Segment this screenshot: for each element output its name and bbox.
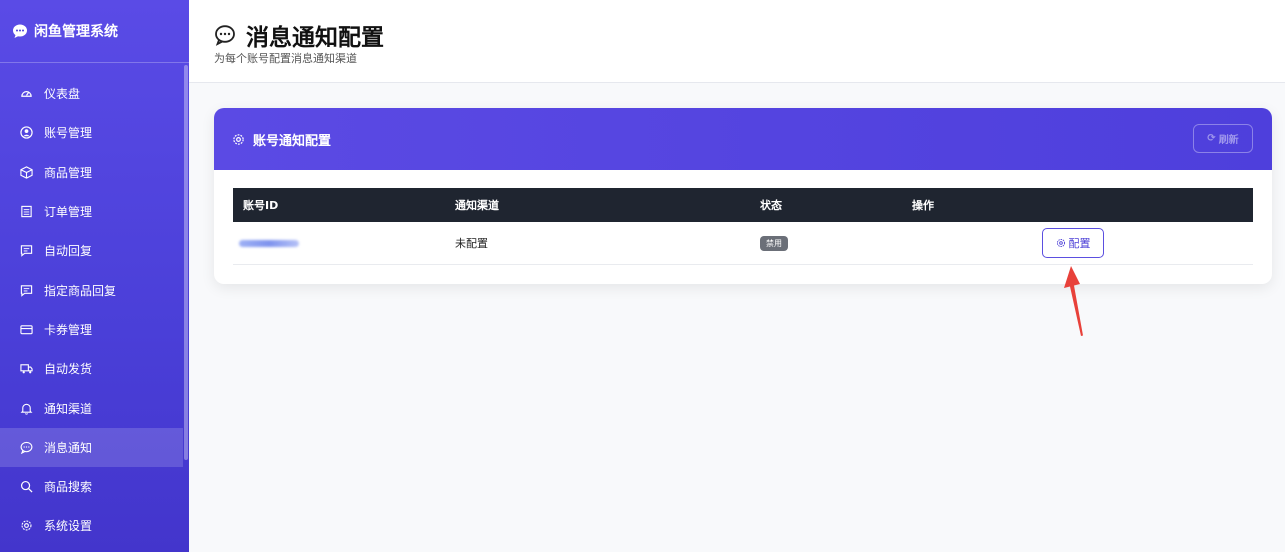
sidebar-item-product-search[interactable]: 商品搜索: [0, 467, 183, 506]
sidebar-item-orders[interactable]: 订单管理: [0, 192, 183, 231]
table-header-row: 账号ID 通知渠道 状态 操作: [233, 188, 1253, 222]
status-cell: 禁用: [750, 222, 902, 265]
card-header: 账号通知配置 ⟳ 刷新: [214, 108, 1272, 170]
sidebar-item-label: 仪表盘: [44, 87, 81, 102]
sidebar-item-label: 账号管理: [44, 126, 93, 141]
gear-icon: [21, 520, 32, 531]
sidebar-item-auto-reply[interactable]: 自动回复: [0, 231, 183, 270]
page-title: 消息通知配置: [214, 18, 384, 52]
truck-icon: [20, 364, 33, 374]
message-icon: [215, 25, 235, 46]
gear-icon: [233, 133, 244, 145]
box-icon: [20, 166, 33, 179]
column-header-status: 状态: [750, 188, 902, 222]
card-icon: [20, 325, 33, 335]
refresh-icon: ⟳: [1207, 133, 1216, 144]
search-icon: [20, 481, 33, 493]
account-notify-card: 账号通知配置 ⟳ 刷新 账号ID 通知渠道 状态 操作 未配置 禁用 配置: [214, 108, 1272, 284]
channel-cell: 未配置: [445, 222, 750, 265]
sidebar-item-label: 自动发货: [44, 362, 93, 377]
chat-bubble-icon: [13, 24, 27, 38]
sidebar-nav: 仪表盘 账号管理 商品管理 订单管理 自动回复 指定商品回复 卡券管理 自动发货…: [0, 74, 183, 546]
sidebar-scrollbar[interactable]: [184, 65, 188, 460]
card-title: 账号通知配置: [253, 133, 332, 149]
sidebar-item-dashboard[interactable]: 仪表盘: [0, 74, 183, 113]
sidebar-item-label: 商品搜索: [44, 480, 93, 495]
app-title: 闲鱼管理系统: [34, 24, 118, 40]
sidebar-item-label: 消息通知: [44, 440, 93, 455]
config-button-label: 配置: [1068, 237, 1091, 250]
refresh-button[interactable]: ⟳ 刷新: [1193, 124, 1253, 153]
message-icon: [20, 441, 33, 454]
dashboard-icon: [21, 91, 32, 98]
sidebar-item-label: 通知渠道: [44, 401, 93, 416]
page-header: 消息通知配置 为每个账号配置消息通知渠道: [189, 0, 1285, 83]
config-button[interactable]: 配置: [1042, 228, 1104, 258]
status-badge: 禁用: [760, 235, 788, 251]
redacted-account-id: [239, 239, 299, 247]
chat-icon: [20, 245, 33, 258]
sidebar-item-label: 指定商品回复: [44, 283, 117, 298]
sidebar-item-auto-delivery[interactable]: 自动发货: [0, 349, 183, 388]
column-header-account-id: 账号ID: [233, 188, 445, 222]
sidebar-item-label: 自动回复: [44, 244, 93, 259]
sidebar-item-label: 商品管理: [44, 165, 93, 180]
column-header-channel: 通知渠道: [445, 188, 750, 222]
sidebar-item-label: 卡券管理: [44, 322, 93, 337]
sidebar-item-cards[interactable]: 卡券管理: [0, 310, 183, 349]
page-title-text: 消息通知配置: [246, 25, 384, 51]
action-cell: 配置: [902, 222, 1253, 265]
sidebar-item-label: 系统设置: [44, 519, 93, 534]
bell-icon: [20, 403, 33, 415]
chat-icon: [20, 284, 33, 297]
sidebar-item-settings[interactable]: 系统设置: [0, 506, 183, 545]
sidebar-item-notify-channels[interactable]: 通知渠道: [0, 388, 183, 427]
table-row: 未配置 禁用 配置: [233, 222, 1253, 265]
notify-table: 账号ID 通知渠道 状态 操作 未配置 禁用 配置: [233, 188, 1253, 265]
refresh-label: 刷新: [1218, 135, 1239, 146]
user-icon: [20, 126, 33, 140]
page-subtitle: 为每个账号配置消息通知渠道: [214, 52, 357, 65]
sidebar-item-item-reply[interactable]: 指定商品回复: [0, 270, 183, 309]
sidebar-item-label: 订单管理: [44, 205, 93, 220]
sidebar-item-accounts[interactable]: 账号管理: [0, 113, 183, 152]
annotation-arrow: [1064, 266, 1083, 336]
brand[interactable]: 闲鱼管理系统: [0, 0, 189, 63]
sidebar: 闲鱼管理系统 仪表盘 账号管理 商品管理 订单管理 自动回复 指定商品回复 卡券…: [0, 0, 189, 552]
gear-icon: [1056, 238, 1065, 248]
sidebar-item-products[interactable]: 商品管理: [0, 153, 183, 192]
column-header-action: 操作: [902, 188, 1253, 222]
sidebar-item-message-notify[interactable]: 消息通知: [0, 427, 183, 467]
account-id-cell: [233, 222, 445, 265]
order-icon: [21, 205, 32, 218]
